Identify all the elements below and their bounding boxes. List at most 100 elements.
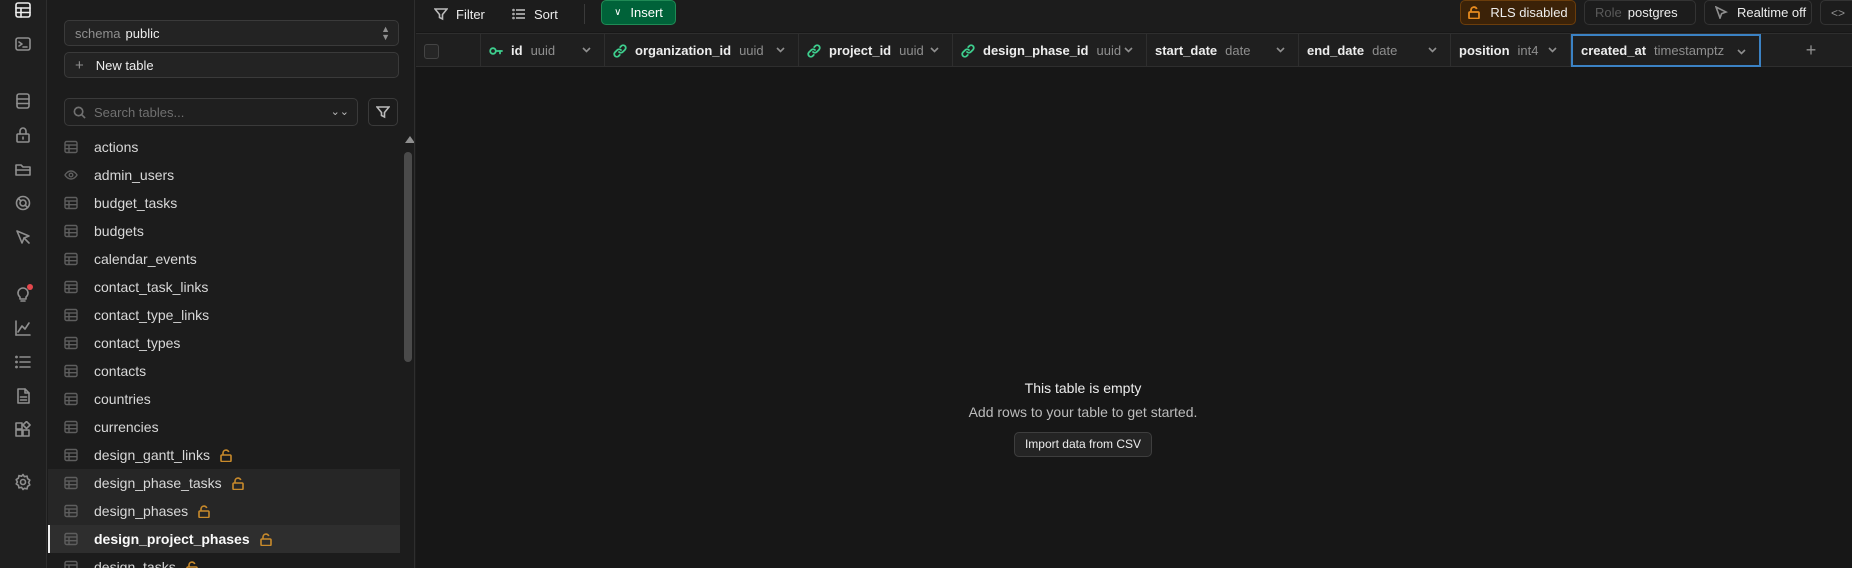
chevron-down-icon[interactable]	[1123, 43, 1134, 58]
table-list-item[interactable]: design_phases	[48, 497, 400, 525]
table-list-item[interactable]: contacts	[48, 357, 400, 385]
search-tables-input[interactable]: Search tables... ⌄⌄	[64, 98, 358, 126]
chevron-down-icon[interactable]	[581, 43, 592, 58]
table-list-item[interactable]: currencies	[48, 413, 400, 441]
table-icon	[64, 420, 78, 434]
table-name: currencies	[94, 419, 159, 435]
realtime-button[interactable]: Realtime off	[1704, 0, 1812, 25]
chevron-down-icon[interactable]	[775, 43, 786, 58]
search-placeholder: Search tables...	[94, 104, 185, 120]
table-list-item[interactable]: design_tasks	[48, 553, 400, 568]
link-icon	[961, 43, 975, 58]
schema-selector[interactable]: schema public ▲ ▼	[64, 20, 399, 46]
table-name: contact_task_links	[94, 279, 209, 295]
grid-header: id uuid organization_id uuid project_id uuid d…	[416, 33, 1852, 67]
edge-functions-icon[interactable]	[11, 191, 35, 215]
scroll-thumb[interactable]	[404, 152, 412, 362]
table-list-item[interactable]: design_gantt_links	[48, 441, 400, 469]
table-list-item[interactable]: budget_tasks	[48, 189, 400, 217]
select-all-checkbox[interactable]	[424, 44, 439, 59]
column-header-design-phase-id[interactable]: design_phase_id uuid	[953, 34, 1147, 67]
database-icon[interactable]	[11, 89, 35, 113]
column-name: design_phase_id	[983, 43, 1089, 58]
storage-icon[interactable]	[11, 157, 35, 181]
table-icon	[64, 476, 78, 490]
column-type: uuid	[739, 43, 764, 58]
table-icon	[64, 448, 78, 462]
column-type: date	[1225, 43, 1251, 58]
import-csv-button[interactable]: Import data from CSV	[1013, 432, 1153, 457]
sort-button[interactable]: Sort	[512, 2, 558, 26]
chevron-down-icon[interactable]	[1547, 43, 1558, 58]
table-list-item[interactable]: contact_type_links	[48, 301, 400, 329]
table-list-item[interactable]: actions	[48, 133, 400, 161]
filter-tables-button[interactable]	[368, 98, 398, 126]
table-list-item[interactable]: budgets	[48, 217, 400, 245]
settings-icon[interactable]	[11, 470, 35, 494]
column-header-project-id[interactable]: project_id uuid	[799, 34, 953, 67]
api-docs-icon[interactable]	[11, 384, 35, 408]
column-name: position	[1459, 43, 1510, 58]
chevron-down-icon[interactable]	[1736, 45, 1747, 60]
table-list-item[interactable]: admin_users	[48, 161, 400, 189]
table-icon	[64, 280, 78, 294]
filter-icon	[376, 106, 390, 119]
column-name: id	[511, 43, 523, 58]
empty-state: This table is empty Add rows to your tab…	[416, 380, 1750, 457]
table-list-item[interactable]: contact_types	[48, 329, 400, 357]
insert-button[interactable]: ∨ Insert	[601, 0, 676, 25]
schema-label: schema	[75, 25, 121, 41]
sidebar-scrollbar[interactable]	[402, 136, 414, 568]
collapse-icon[interactable]: ⌄⌄	[331, 105, 349, 118]
filter-button[interactable]: Filter	[434, 2, 485, 26]
auth-icon[interactable]	[11, 123, 35, 147]
role-label: Role	[1595, 5, 1622, 20]
logs-icon[interactable]	[11, 350, 35, 374]
column-type: uuid	[1096, 43, 1122, 58]
rls-unlock-icon	[231, 476, 244, 490]
table-icon	[64, 252, 78, 266]
column-name: created_at	[1581, 43, 1647, 58]
table-icon	[64, 336, 78, 350]
chevron-down-icon[interactable]	[1427, 43, 1438, 58]
realtime-icon[interactable]	[11, 225, 35, 249]
filter-icon	[434, 8, 448, 21]
table-editor-icon[interactable]	[11, 0, 35, 22]
chevron-down-icon[interactable]	[929, 43, 940, 58]
tables-sidebar: schema public ▲ ▼ + New table Search tabl…	[48, 0, 415, 568]
sql-editor-icon[interactable]	[11, 32, 35, 56]
plus-icon: +	[75, 56, 84, 74]
table-icon	[64, 560, 78, 568]
reports-icon[interactable]	[11, 316, 35, 340]
table-icon	[64, 392, 78, 406]
icon-rail	[0, 0, 47, 568]
select-all-cell	[416, 34, 481, 67]
add-column-button[interactable]: +	[1761, 34, 1852, 67]
rls-unlock-icon	[185, 560, 198, 568]
column-header-id[interactable]: id uuid	[481, 34, 605, 67]
table-list-item[interactable]: countries	[48, 385, 400, 413]
column-header-position[interactable]: position int4	[1451, 34, 1571, 67]
column-header-created-at[interactable]: created_at timestamptz	[1571, 34, 1761, 67]
empty-subtitle: Add rows to your table to get started.	[968, 404, 1198, 420]
column-header-end-date[interactable]: end_date date	[1299, 34, 1451, 67]
chevron-down-icon[interactable]	[1275, 43, 1286, 58]
column-header-organization-id[interactable]: organization_id uuid	[605, 34, 799, 67]
rls-status-button[interactable]: RLS disabled	[1460, 0, 1576, 25]
integrations-icon[interactable]	[11, 418, 35, 442]
role-selector[interactable]: Role postgres	[1584, 0, 1696, 25]
realtime-pointer-icon	[1715, 6, 1728, 19]
table-list-item[interactable]: contact_task_links	[48, 273, 400, 301]
scroll-up-arrow[interactable]	[405, 136, 414, 143]
column-header-start-date[interactable]: start_date date	[1147, 34, 1299, 67]
code-button[interactable]: <>	[1820, 0, 1852, 25]
table-list-item[interactable]: design_project_phases	[48, 525, 400, 553]
table-list-item[interactable]: design_phase_tasks	[48, 469, 400, 497]
rls-unlock-icon	[220, 448, 232, 462]
advisors-icon[interactable]	[11, 282, 35, 306]
new-table-button[interactable]: + New table	[64, 52, 399, 78]
filter-label: Filter	[456, 6, 485, 22]
rls-unlock-icon	[198, 504, 210, 518]
table-name: admin_users	[94, 167, 175, 183]
table-list-item[interactable]: calendar_events	[48, 245, 400, 273]
